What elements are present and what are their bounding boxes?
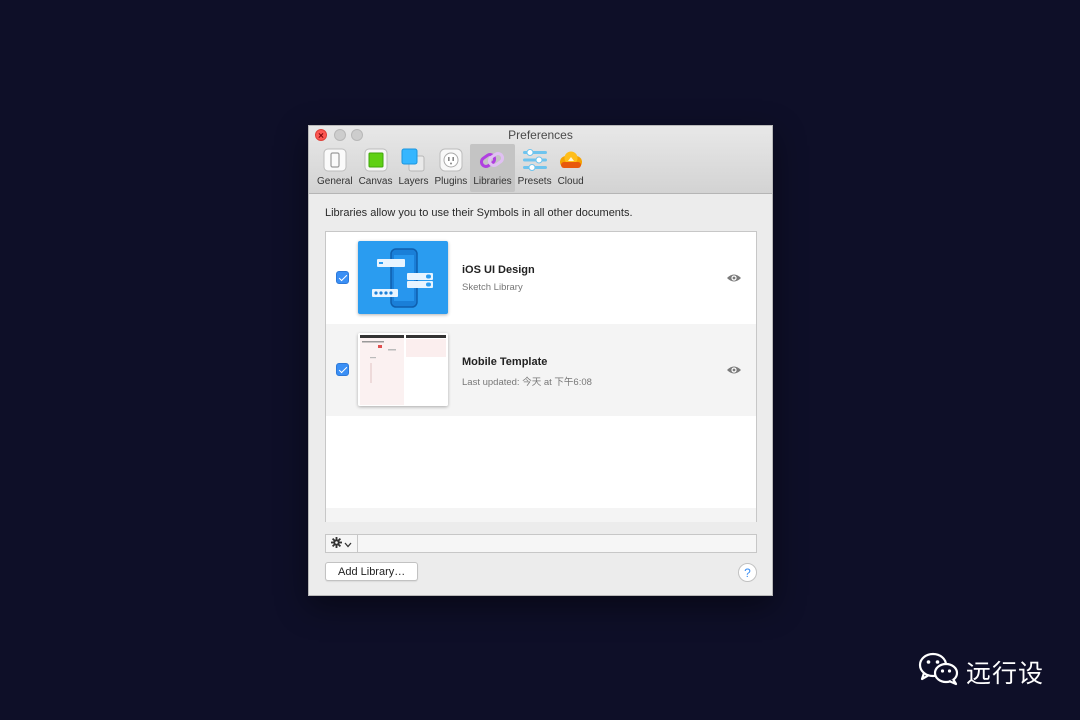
- library-subtitle: Last updated: 今天 at 下午6:08: [462, 377, 592, 388]
- chevron-down-icon: [344, 535, 352, 553]
- window-title: Preferences: [508, 128, 573, 142]
- tab-libraries[interactable]: Libraries: [470, 144, 515, 192]
- library-thumbnail: [358, 241, 448, 314]
- eye-icon[interactable]: [726, 271, 742, 283]
- list-actions-bar: [325, 534, 757, 553]
- actions-menu-button[interactable]: [326, 535, 358, 552]
- library-name: Mobile Template: [462, 356, 548, 368]
- plugins-icon: [438, 147, 464, 173]
- preferences-window: Preferences General Canvas Layers Plugin…: [308, 125, 773, 596]
- wechat-icon: [918, 652, 960, 691]
- libraries-icon: [479, 147, 505, 173]
- watermark: 远行设: [918, 652, 1044, 691]
- library-list: iOS UI Design Sketch Library Mobile Temp…: [325, 231, 757, 522]
- list-empty-row: [326, 508, 756, 522]
- watermark-text: 远行设: [966, 658, 1045, 688]
- add-library-button[interactable]: Add Library…: [325, 562, 419, 581]
- library-row[interactable]: Mobile Template Last updated: 今天 at 下午6:…: [326, 324, 756, 416]
- layers-icon: [400, 147, 426, 173]
- libraries-description: Libraries allow you to use their Symbols…: [325, 207, 633, 219]
- library-row[interactable]: iOS UI Design Sketch Library: [326, 232, 756, 324]
- cloud-icon: [558, 147, 584, 173]
- tab-label: Layers: [398, 176, 429, 187]
- library-checkbox[interactable]: [336, 271, 349, 284]
- tab-general[interactable]: General: [314, 144, 356, 192]
- tab-label: Presets: [517, 176, 552, 187]
- preferences-toolbar: General Canvas Layers Plugins Libraries …: [314, 144, 587, 192]
- library-subtitle: Sketch Library: [462, 282, 523, 293]
- tab-presets[interactable]: Presets: [515, 144, 555, 192]
- library-name: iOS UI Design: [462, 264, 535, 276]
- library-checkbox[interactable]: [336, 363, 349, 376]
- tab-plugins[interactable]: Plugins: [432, 144, 471, 192]
- library-thumbnail: [358, 333, 448, 406]
- gear-icon: [331, 535, 342, 553]
- tab-cloud[interactable]: Cloud: [555, 144, 587, 192]
- tab-canvas[interactable]: Canvas: [356, 144, 396, 192]
- presets-icon: [522, 147, 548, 173]
- tab-label: General: [317, 176, 353, 187]
- tab-layers[interactable]: Layers: [395, 144, 431, 192]
- canvas-icon: [363, 147, 389, 173]
- tab-label: Canvas: [358, 176, 393, 187]
- tab-label: Libraries: [473, 176, 512, 187]
- general-icon: [322, 147, 348, 173]
- help-button[interactable]: ?: [738, 563, 757, 582]
- tab-label: Cloud: [557, 176, 584, 187]
- titlebar: Preferences General Canvas Layers Plugin…: [309, 126, 772, 194]
- eye-icon[interactable]: [726, 363, 742, 375]
- tab-label: Plugins: [434, 176, 468, 187]
